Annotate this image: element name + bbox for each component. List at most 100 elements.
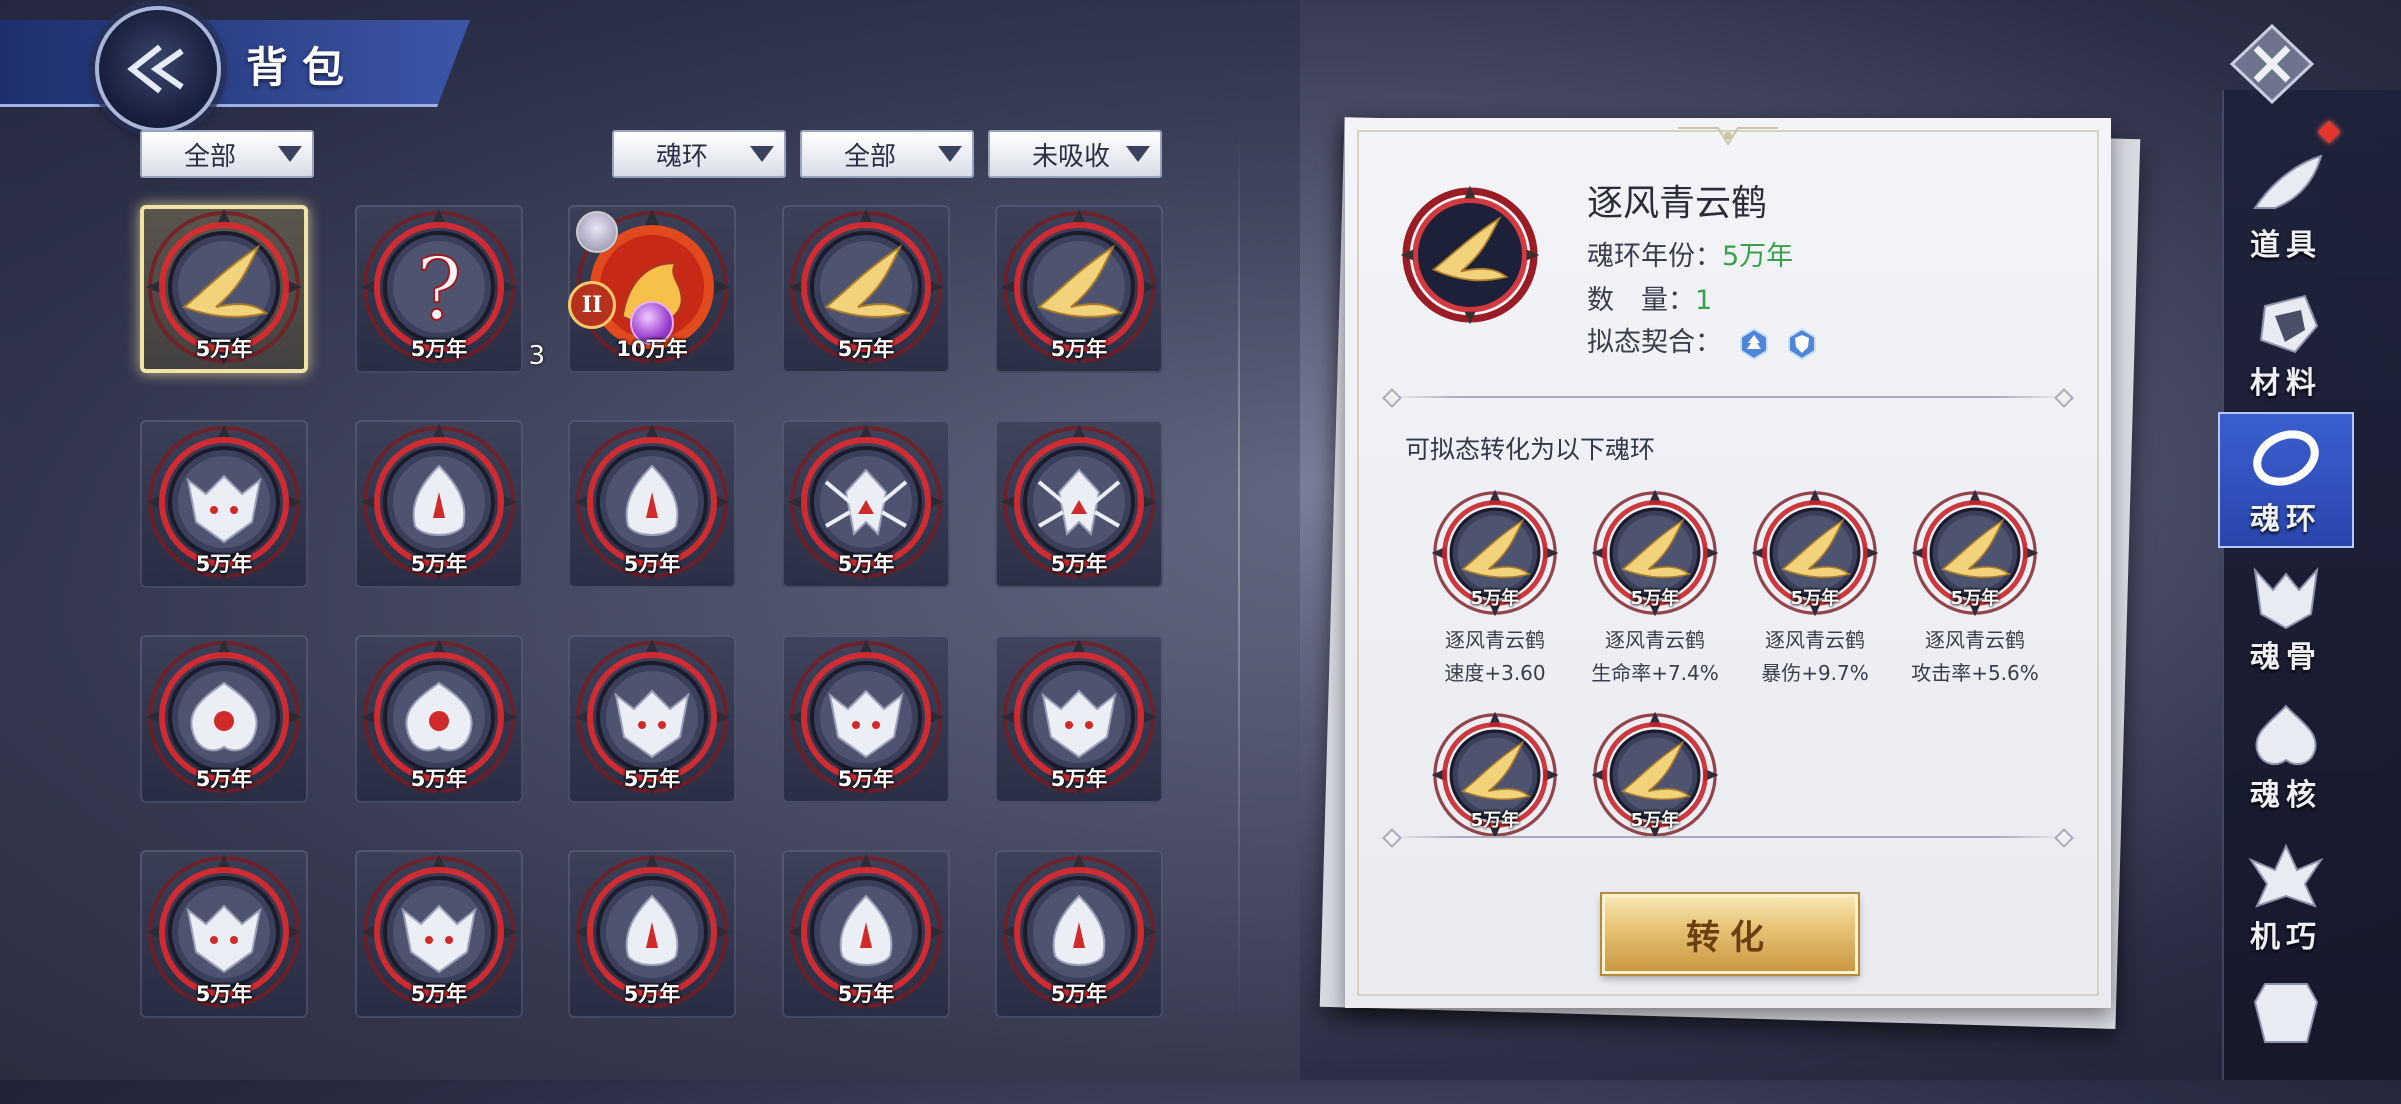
- nav-label: 机巧: [2250, 920, 2322, 955]
- slot-age: 10万年: [616, 337, 688, 361]
- header-bar: [0, 20, 470, 107]
- convert-option[interactable]: 5万年: [1575, 710, 1735, 920]
- inventory-slot[interactable]: 5万年: [355, 420, 523, 588]
- nav-item-core[interactable]: 魂核: [2218, 690, 2354, 826]
- inventory-slot[interactable]: 5万年: [995, 635, 1163, 803]
- inventory-slot[interactable]: 5万年: [995, 850, 1163, 1018]
- slot-age: 5万年: [195, 552, 253, 576]
- inventory-slot[interactable]: 5万年: [782, 850, 950, 1018]
- slot-age: 5万年: [837, 552, 895, 576]
- inventory-slot[interactable]: 5万年: [140, 205, 308, 373]
- option-name: 逐风青云鹤: [1765, 628, 1865, 652]
- inventory-slot[interactable]: 5万年: [568, 635, 736, 803]
- option-name: 逐风青云鹤: [1925, 628, 2025, 652]
- inventory-slot[interactable]: 5万年: [568, 420, 736, 588]
- inventory-slot[interactable]: 5万年: [355, 635, 523, 803]
- qty-label: 数 量：: [1587, 285, 1695, 316]
- age-label: 魂环年份：: [1587, 241, 1722, 272]
- slot-age: 5万年: [623, 767, 681, 791]
- slot-age: 5万年: [837, 767, 895, 791]
- convert-option[interactable]: 5万年 逐风青云鹤 速度+3.60: [1415, 488, 1575, 698]
- tier-badge: II: [568, 281, 616, 329]
- option-name: 逐风青云鹤: [1445, 628, 1545, 652]
- slot-age: 5万年: [623, 982, 681, 1006]
- avatar: [576, 211, 618, 253]
- option-age: 5万年: [1630, 810, 1680, 831]
- slot-age: 5万年: [837, 337, 895, 361]
- detail-card: 逐风青云鹤 魂环年份：5万年 数 量：1 拟态契合： 可拟态转化为以下魂环 5万…: [1345, 118, 2111, 1008]
- chevron-down-icon: [1126, 146, 1150, 162]
- slot-age: 5万年: [1050, 337, 1108, 361]
- qty-value: 1: [1695, 285, 1713, 316]
- nav-item-ring[interactable]: 魂环: [2218, 412, 2354, 548]
- tree-match-icon[interactable]: [1737, 327, 1771, 361]
- type-filter-value: 魂环: [656, 141, 709, 172]
- absorb-filter[interactable]: 未吸收: [988, 130, 1162, 178]
- slot-age: 5万年: [195, 767, 253, 791]
- inventory-slot[interactable]: 5万年: [995, 420, 1163, 588]
- feather-icon: [2253, 154, 2323, 209]
- inventory-slot[interactable]: 5万年: [782, 205, 950, 373]
- convert-button[interactable]: 转化: [1602, 894, 1858, 974]
- convert-option[interactable]: 5万年逐风青云鹤攻击率+5.6%: [1895, 488, 2055, 698]
- type-filter[interactable]: 魂环: [612, 130, 786, 178]
- inventory-slot[interactable]: II 10万年: [568, 205, 736, 373]
- slot-age: 5万年: [410, 982, 468, 1006]
- chevron-down-icon: [938, 146, 962, 162]
- inventory-slot[interactable]: 5万年: [568, 850, 736, 1018]
- inventory-slot[interactable]: 5万年: [995, 205, 1163, 373]
- inventory-slot[interactable]: 5万年: [140, 420, 308, 588]
- core-icon: [2255, 704, 2317, 766]
- close-button[interactable]: [2222, 20, 2322, 108]
- convert-title: 可拟态转化为以下魂环: [1405, 435, 1656, 464]
- nav-item-feather[interactable]: 道具: [2218, 140, 2354, 276]
- inventory-slot[interactable]: 5万年: [782, 420, 950, 588]
- option-name: 逐风青云鹤: [1605, 628, 1705, 652]
- chevron-down-icon: [750, 146, 774, 162]
- age-value: 5万年: [1722, 241, 1794, 272]
- page-title: 背包: [246, 43, 359, 92]
- separator: [1391, 396, 2065, 398]
- chevron-down-icon: [278, 146, 302, 162]
- option-age: 5万年: [1950, 588, 2000, 609]
- ornament-icon: [1678, 127, 1778, 146]
- inventory-slot[interactable]: 5万年: [140, 635, 308, 803]
- item-name: 逐风青云鹤: [1587, 183, 1768, 224]
- inventory-slot[interactable]: ? 5万年 3: [355, 205, 545, 373]
- ore-icon: [2259, 294, 2319, 354]
- range-filter[interactable]: 全部: [800, 130, 974, 178]
- nav-label: 材料: [2250, 366, 2322, 401]
- option-stat: 生命率+7.4%: [1591, 661, 1719, 685]
- option-age: 5万年: [1470, 810, 1520, 831]
- convert-option[interactable]: 5万年 逐风青云鹤 暴伤+9.7%: [1735, 488, 1895, 698]
- slot-age: 5万年: [1050, 767, 1108, 791]
- nav-item-bone[interactable]: 魂骨: [2218, 552, 2354, 688]
- divider: [1238, 130, 1240, 1030]
- back-button[interactable]: [95, 6, 221, 132]
- inventory-slot[interactable]: 5万年: [140, 850, 308, 1018]
- absorb-filter-value: 未吸收: [1032, 141, 1111, 172]
- range-filter-value: 全部: [844, 141, 897, 172]
- slot-age: 5万年: [623, 552, 681, 576]
- armor-icon: [2253, 983, 2319, 1043]
- ring-icon: [2253, 430, 2319, 486]
- category-filter[interactable]: 全部: [140, 130, 314, 178]
- inventory-slot[interactable]: 5万年: [355, 850, 523, 1018]
- nav-item-ore[interactable]: 材料: [2218, 278, 2354, 414]
- slot-age: 5万年: [1050, 982, 1108, 1006]
- shield-match-icon[interactable]: [1785, 327, 1819, 361]
- nav-item-armor[interactable]: [2218, 968, 2354, 1104]
- option-age: 5万年: [1630, 588, 1680, 609]
- slot-age: 5万年: [410, 337, 468, 361]
- inventory-slot[interactable]: 5万年: [782, 635, 950, 803]
- option-age: 5万年: [1470, 588, 1520, 609]
- nav-item-mech[interactable]: 机巧: [2218, 832, 2354, 968]
- svg-text:?: ?: [416, 240, 462, 340]
- option-stat: 攻击率+5.6%: [1911, 661, 2039, 685]
- convert-option[interactable]: 5万年: [1415, 710, 1575, 920]
- convert-option[interactable]: 5万年逐风青云鹤生命率+7.4%: [1575, 488, 1735, 698]
- separator: [1391, 836, 2065, 838]
- qty-row: 数 量：1: [1587, 278, 1712, 317]
- slot-age: 5万年: [195, 337, 253, 361]
- nav-label: 魂骨: [2250, 640, 2322, 675]
